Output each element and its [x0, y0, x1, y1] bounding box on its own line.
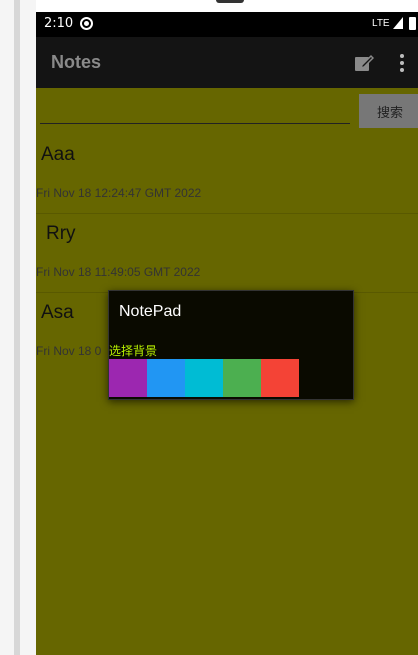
app-bar: Notes — [36, 37, 418, 88]
color-swatch-blue[interactable] — [147, 359, 185, 397]
app-screen: 2:10 LTE Notes 搜索 Aaa Fri Nov 18 12:24:4… — [36, 12, 418, 655]
battery-icon — [409, 17, 416, 30]
sync-icon — [80, 17, 93, 30]
search-button[interactable]: 搜索 — [359, 94, 418, 128]
note-item[interactable]: Rry Fri Nov 18 11:49:05 GMT 2022 — [36, 215, 418, 293]
color-swatch-green[interactable] — [223, 359, 261, 397]
device-frame-left — [0, 0, 36, 655]
note-title: Rry — [46, 223, 76, 244]
color-swatch-purple[interactable] — [109, 359, 147, 397]
device-notch — [216, 0, 244, 3]
background-picker-dialog: NotePad 选择背景 — [108, 290, 354, 400]
status-time: 2:10 — [44, 16, 74, 31]
device-frame-edge — [14, 0, 20, 655]
edit-icon[interactable] — [354, 53, 375, 73]
dialog-label: 选择背景 — [109, 344, 158, 358]
note-time: Fri Nov 18 12:24:47 GMT 2022 — [36, 186, 202, 200]
device-frame-top — [36, 0, 418, 12]
note-item[interactable]: Aaa Fri Nov 18 12:24:47 GMT 2022 — [36, 136, 418, 214]
signal-icon — [393, 17, 403, 29]
network-type: LTE — [372, 18, 390, 29]
color-swatches — [109, 359, 299, 397]
app-title: Notes — [51, 52, 102, 72]
color-swatch-cyan[interactable] — [185, 359, 223, 397]
note-time: Fri Nov 18 11:49:05 GMT 2022 — [36, 265, 201, 279]
more-vert-icon[interactable] — [392, 53, 412, 73]
color-swatch-red[interactable] — [261, 359, 299, 397]
note-title: Asa — [41, 302, 74, 323]
search-input[interactable] — [40, 94, 350, 124]
note-time: Fri Nov 18 0 — [36, 344, 102, 358]
note-title: Aaa — [41, 144, 75, 165]
dialog-title: NotePad — [119, 303, 182, 320]
status-bar: 2:10 LTE — [36, 12, 418, 37]
